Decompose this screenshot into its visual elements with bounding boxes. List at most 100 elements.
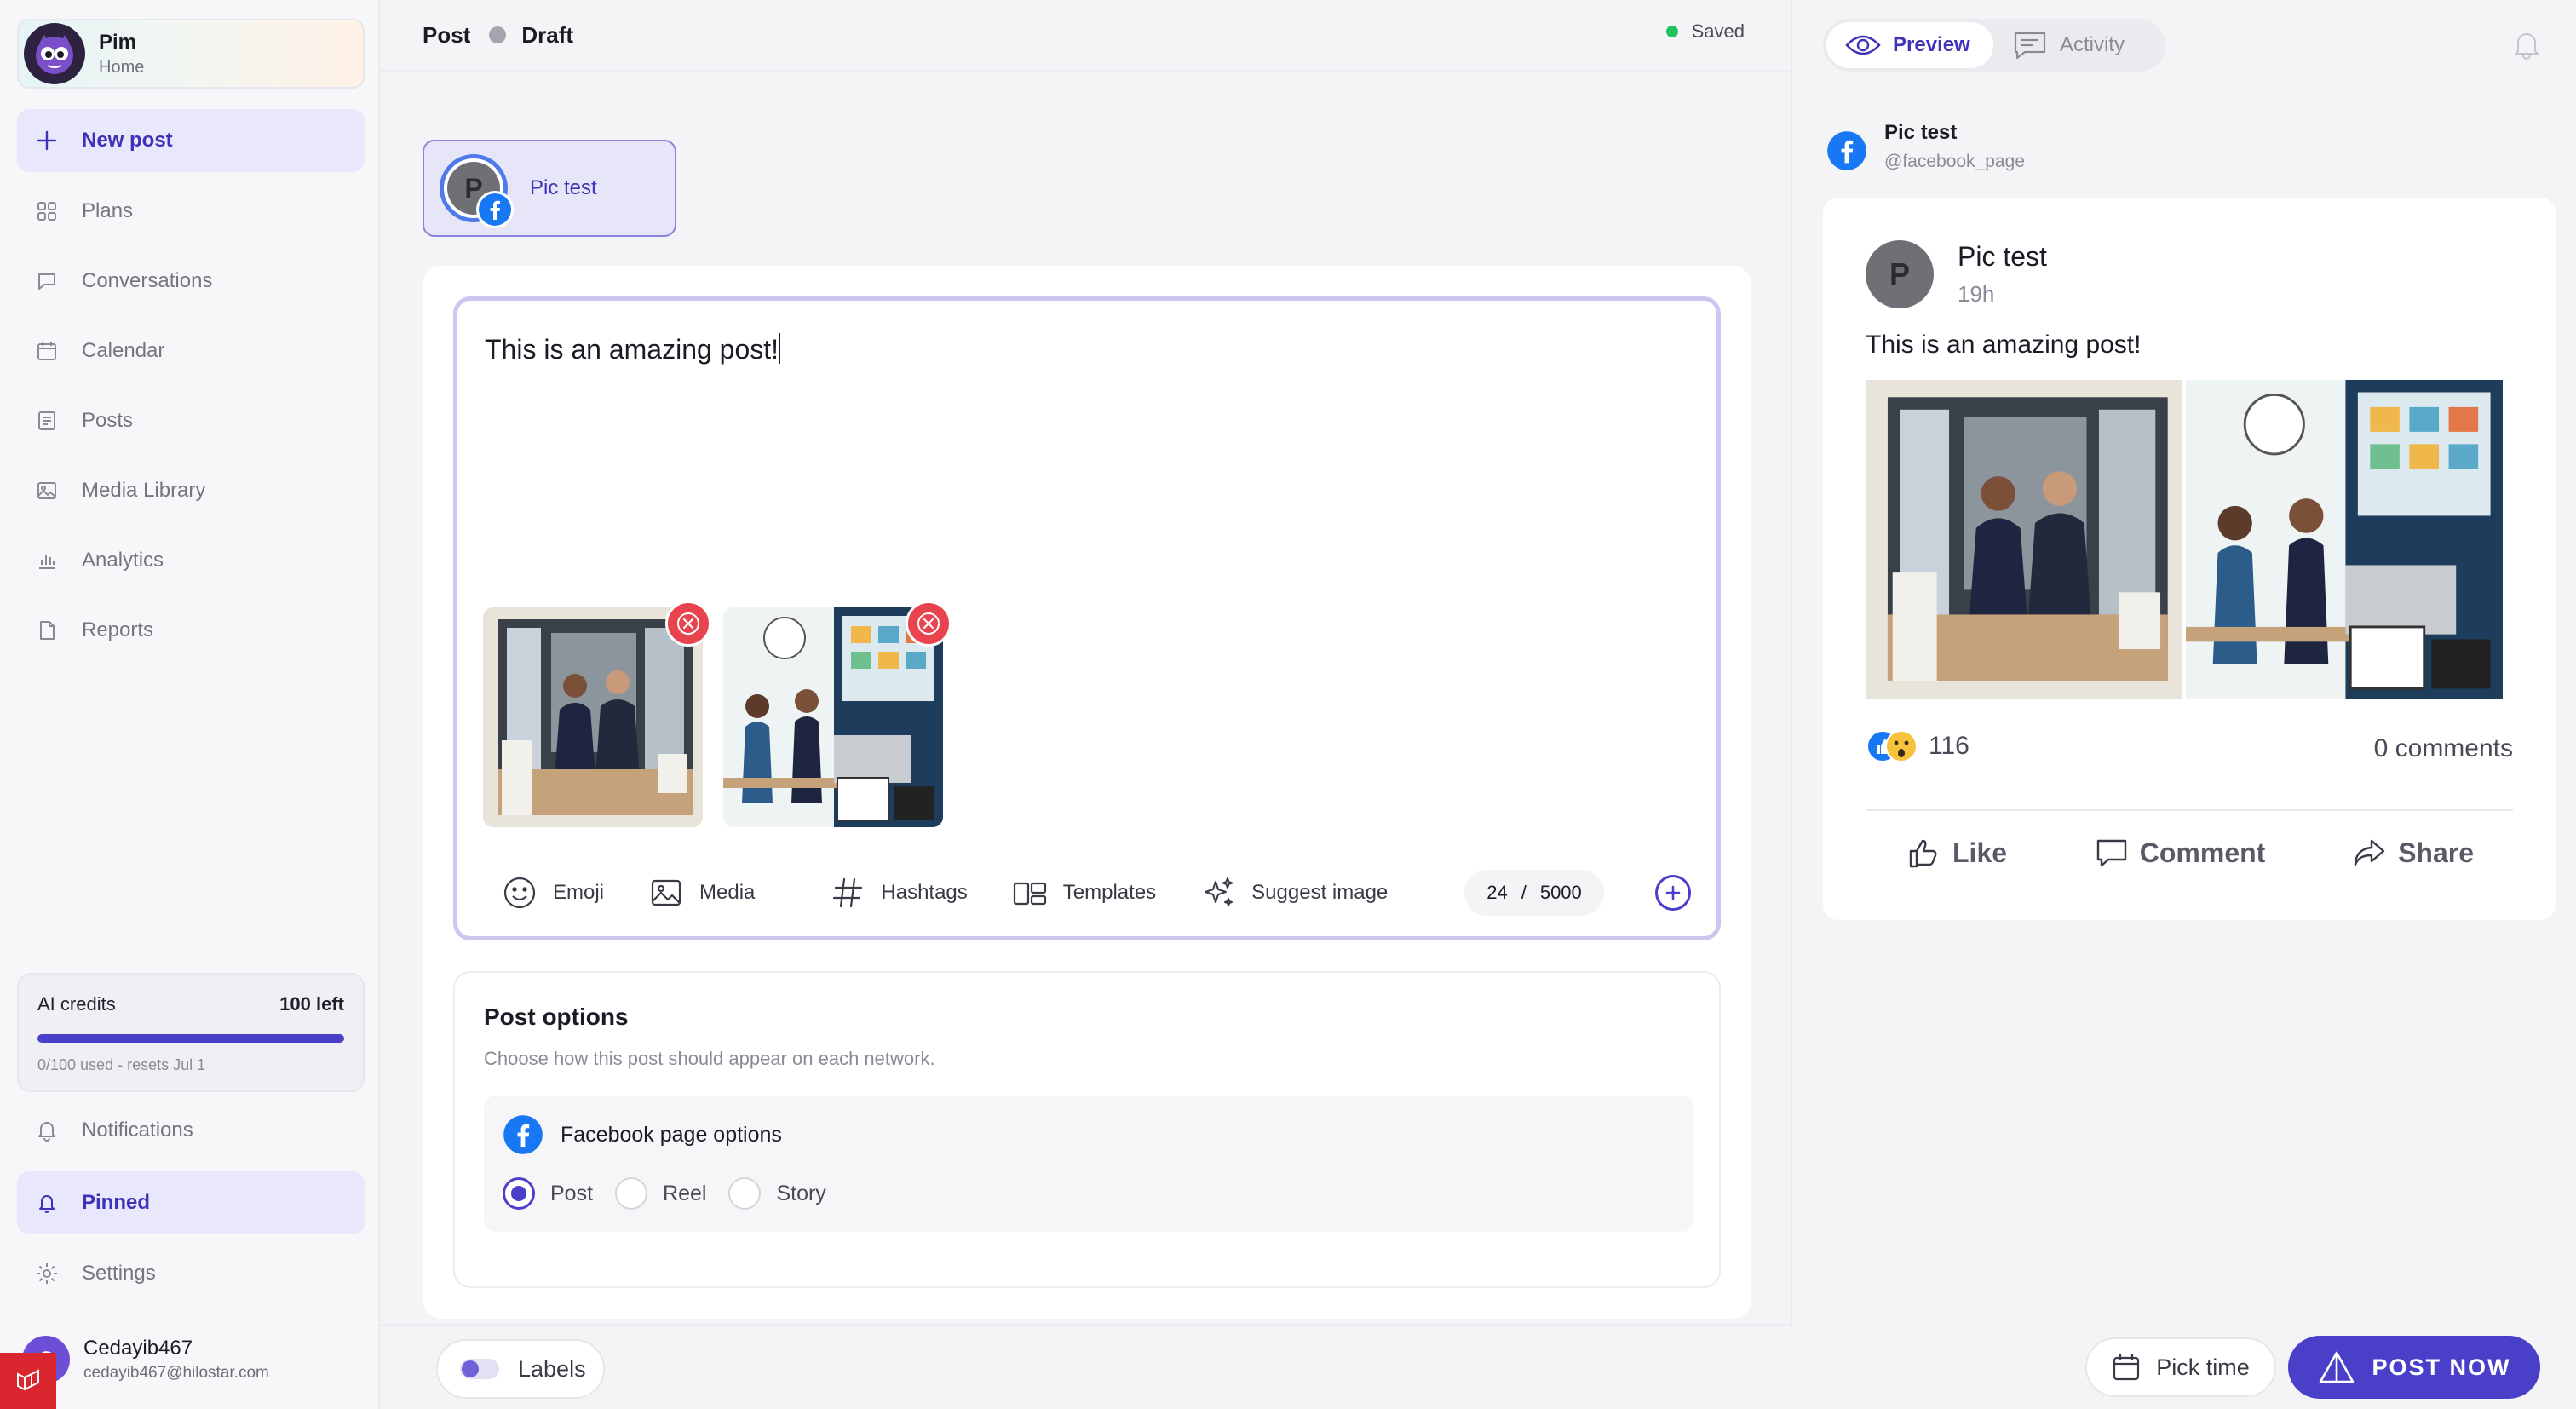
chat-icon [2012, 32, 2048, 60]
facebook-options: Facebook page options Post Reel Story [484, 1096, 1693, 1232]
remove-media-button[interactable] [906, 601, 952, 647]
templates-button[interactable]: Templates [1012, 875, 1156, 911]
nav-posts[interactable]: Posts [17, 389, 365, 452]
tab-preview-label: Preview [1893, 33, 1970, 56]
post-now-button[interactable]: POST NOW [2288, 1336, 2540, 1399]
editor: Post Draft Saved P Pic test This is an a… [380, 0, 1792, 1409]
user-email: cedayib467@hilostar.com [83, 1364, 269, 1382]
illustration-image [723, 607, 943, 827]
radio-post[interactable]: Post [503, 1177, 593, 1210]
character-count: 24 [1486, 882, 1508, 903]
tab-activity[interactable]: Activity [1993, 22, 2143, 68]
remove-media-button[interactable] [665, 601, 711, 647]
nav-conversations[interactable]: Conversations [17, 250, 365, 313]
sparkle-icon [1200, 875, 1236, 911]
emoji-button[interactable]: Emoji [502, 875, 604, 911]
bar-chart-icon [34, 548, 60, 573]
nav-label: Calendar [82, 339, 165, 362]
preview-tabs: Preview Activity [1823, 19, 2165, 72]
plus-icon [34, 128, 60, 153]
divider [1866, 809, 2513, 811]
reaction-summary[interactable]: 116 [1866, 729, 1969, 763]
post-options-card: Post options Choose how this post should… [453, 971, 1721, 1288]
post-actions: Like Comment Share [1866, 821, 2513, 884]
comment-button[interactable]: Comment [2094, 835, 2265, 871]
workspace-name: Pim [99, 30, 137, 54]
like-button[interactable]: Like [1906, 835, 2007, 871]
bell-icon[interactable] [2511, 29, 2542, 60]
nav-label: Reports [82, 618, 154, 641]
nav-label: Media Library [82, 479, 206, 502]
file-icon [34, 618, 60, 643]
post-now-label: POST NOW [2372, 1354, 2511, 1380]
chat-icon [34, 268, 60, 294]
eye-icon [1845, 32, 1881, 58]
media-button[interactable]: Media [648, 875, 755, 911]
nav-label: Settings [82, 1262, 156, 1285]
credits-progress-bar [37, 1034, 344, 1043]
nav-pinned[interactable]: Pinned [17, 1171, 365, 1234]
radio-reel[interactable]: Reel [615, 1177, 706, 1210]
nav-settings[interactable]: Settings [17, 1242, 365, 1305]
close-icon [917, 612, 940, 635]
nav-label: Conversations [82, 269, 213, 292]
nav-notifications[interactable]: Notifications [17, 1099, 365, 1162]
facebook-post-preview: P Pic test 19h This is an amazing post! [1823, 198, 2556, 920]
debug-badge-icon[interactable] [0, 1353, 56, 1409]
post-text: This is an amazing post! [485, 334, 779, 365]
radio-story[interactable]: Story [728, 1177, 826, 1210]
post-composer[interactable]: This is an amazing post! Emoji Media Has… [453, 296, 1721, 940]
media-thumbnail[interactable] [723, 607, 943, 827]
smile-icon [502, 875, 538, 911]
comment-count[interactable]: 0 comments [2374, 734, 2513, 763]
sidebar: Pim Home New post Plans Conversations Ca… [0, 0, 380, 1409]
emoji-label: Emoji [553, 881, 605, 904]
nav-label: Posts [82, 409, 134, 432]
document-icon [34, 408, 60, 434]
nav-calendar[interactable]: Calendar [17, 319, 365, 382]
ai-credits-card: AI credits 100 left 0/100 used - resets … [17, 973, 365, 1092]
nav-analytics[interactable]: Analytics [17, 529, 365, 592]
nav-label: Notifications [82, 1119, 193, 1142]
tab-preview[interactable]: Preview [1826, 22, 1993, 68]
add-content-button[interactable] [1655, 875, 1691, 911]
thumbs-up-icon [1906, 835, 1942, 871]
post-text: This is an amazing post! [1866, 331, 2142, 359]
share-button[interactable]: Share [2352, 835, 2474, 871]
send-icon [2318, 1350, 2355, 1384]
post-type-radio-group: Post Reel Story [503, 1177, 848, 1210]
saved-label: Saved [1691, 20, 1745, 42]
tab-activity-label: Activity [2060, 33, 2125, 56]
image-icon [648, 875, 684, 911]
post-text-input[interactable]: This is an amazing post! [485, 333, 781, 365]
nav-plans[interactable]: Plans [17, 180, 365, 243]
labels-label: Labels [518, 1355, 586, 1382]
plus-icon [1665, 885, 1681, 900]
nav-label: New post [82, 129, 173, 152]
preview-account-handle: @facebook_page [1884, 152, 2025, 171]
radio-label: Post [550, 1181, 594, 1205]
editor-topbar: Post Draft Saved [380, 0, 1792, 72]
user-profile[interactable]: C Cedayib467 cedayib467@hilostar.com [17, 1326, 375, 1394]
comment-icon [2094, 835, 2130, 871]
nav-reports[interactable]: Reports [17, 599, 365, 662]
image-icon [34, 478, 60, 503]
office-photo-image [483, 607, 703, 827]
media-thumbnail[interactable] [483, 607, 703, 827]
character-separator: / [1521, 882, 1527, 903]
office-photo-image [1866, 380, 2182, 699]
workspace-switcher[interactable]: Pim Home [17, 19, 365, 89]
share-icon [2352, 835, 2388, 871]
like-label: Like [1952, 837, 2008, 868]
pick-time-button[interactable]: Pick time [2085, 1337, 2276, 1397]
editor-bottombar: Labels [380, 1324, 1792, 1409]
suggest-image-label: Suggest image [1251, 881, 1389, 904]
hashtags-button[interactable]: Hashtags [830, 875, 968, 911]
labels-button[interactable]: Labels [436, 1339, 605, 1399]
gear-icon [34, 1261, 60, 1286]
selected-account-card[interactable]: P Pic test [423, 140, 676, 237]
account-name: Pic test [530, 176, 597, 199]
nav-new-post[interactable]: New post [17, 109, 365, 172]
nav-media-library[interactable]: Media Library [17, 459, 365, 522]
suggest-image-button[interactable]: Suggest image [1200, 875, 1388, 911]
